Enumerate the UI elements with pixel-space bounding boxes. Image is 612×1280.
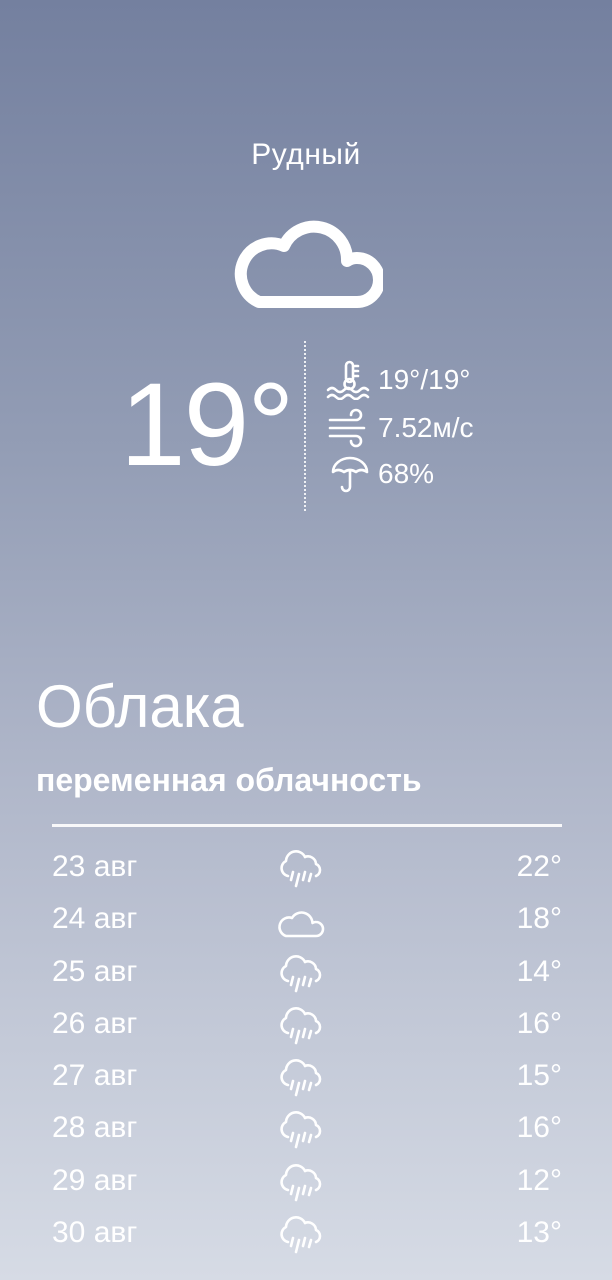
wind-value: 7.52м/с [378, 412, 474, 443]
rain-icon [280, 1216, 322, 1254]
forecast-date: 27 авг [52, 1059, 138, 1093]
humidity-value: 68% [378, 458, 435, 489]
rain-icon [280, 850, 322, 888]
forecast-date: 26 авг [52, 1006, 138, 1040]
forecast-date: 24 авг [52, 902, 138, 936]
condition-description: переменная облачность [36, 762, 422, 798]
rain-icon [280, 1111, 322, 1149]
feels-like-row: 19°/19° [326, 360, 470, 400]
forecast-row[interactable]: 23 авг 22° [52, 844, 562, 896]
forecast-row[interactable]: 29 авг 12° [52, 1158, 562, 1210]
rain-icon [280, 954, 322, 992]
thermometer-water-icon [326, 360, 370, 400]
forecast-row[interactable]: 26 авг 16° [52, 1001, 562, 1053]
vertical-divider [304, 341, 306, 511]
forecast-temp: 14° [516, 954, 562, 988]
condition-title: Облака [36, 673, 244, 740]
wind-icon [328, 408, 366, 448]
forecast-date: 23 авг [52, 850, 138, 883]
forecast-temp: 16° [516, 1111, 562, 1145]
forecast-temp: 13° [516, 1216, 562, 1250]
forecast-temp: 15° [516, 1059, 562, 1093]
forecast-row[interactable]: 28 авг 16° [52, 1105, 562, 1157]
forecast-row[interactable]: 30 авг 13° [52, 1210, 562, 1262]
umbrella-icon [331, 456, 369, 493]
forecast-date: 30 авг [52, 1216, 138, 1250]
forecast-list: 23 авг 22° 24 авг 18° 25 авг 14° 26 авг … [52, 844, 562, 1262]
weather-screen: Рудный 19° 19°/19° 7.52м/с 68% Облака пе… [0, 0, 612, 1280]
wind-row: 7.52м/с [326, 408, 474, 448]
forecast-date: 29 авг [52, 1163, 138, 1197]
forecast-temp: 18° [516, 902, 562, 936]
city-name[interactable]: Рудный [0, 138, 612, 172]
forecast-row[interactable]: 27 авг 15° [52, 1053, 562, 1105]
horizontal-divider [52, 824, 562, 827]
current-temperature: 19° [120, 359, 294, 491]
forecast-temp: 22° [516, 850, 562, 883]
forecast-date: 28 авг [52, 1111, 138, 1145]
forecast-temp: 16° [516, 1006, 562, 1040]
forecast-date: 25 авг [52, 954, 138, 988]
humidity-row: 68% [326, 454, 434, 494]
rain-icon [280, 1163, 322, 1202]
rain-icon [280, 1006, 322, 1045]
forecast-row[interactable]: 24 авг 18° [52, 896, 562, 948]
forecast-row[interactable]: 25 авг 14° [52, 949, 562, 1001]
cloud-icon [278, 911, 325, 938]
cloud-icon [234, 220, 383, 308]
feels-like-value: 19°/19° [378, 364, 471, 395]
forecast-temp: 12° [516, 1163, 562, 1197]
rain-icon [280, 1059, 322, 1097]
